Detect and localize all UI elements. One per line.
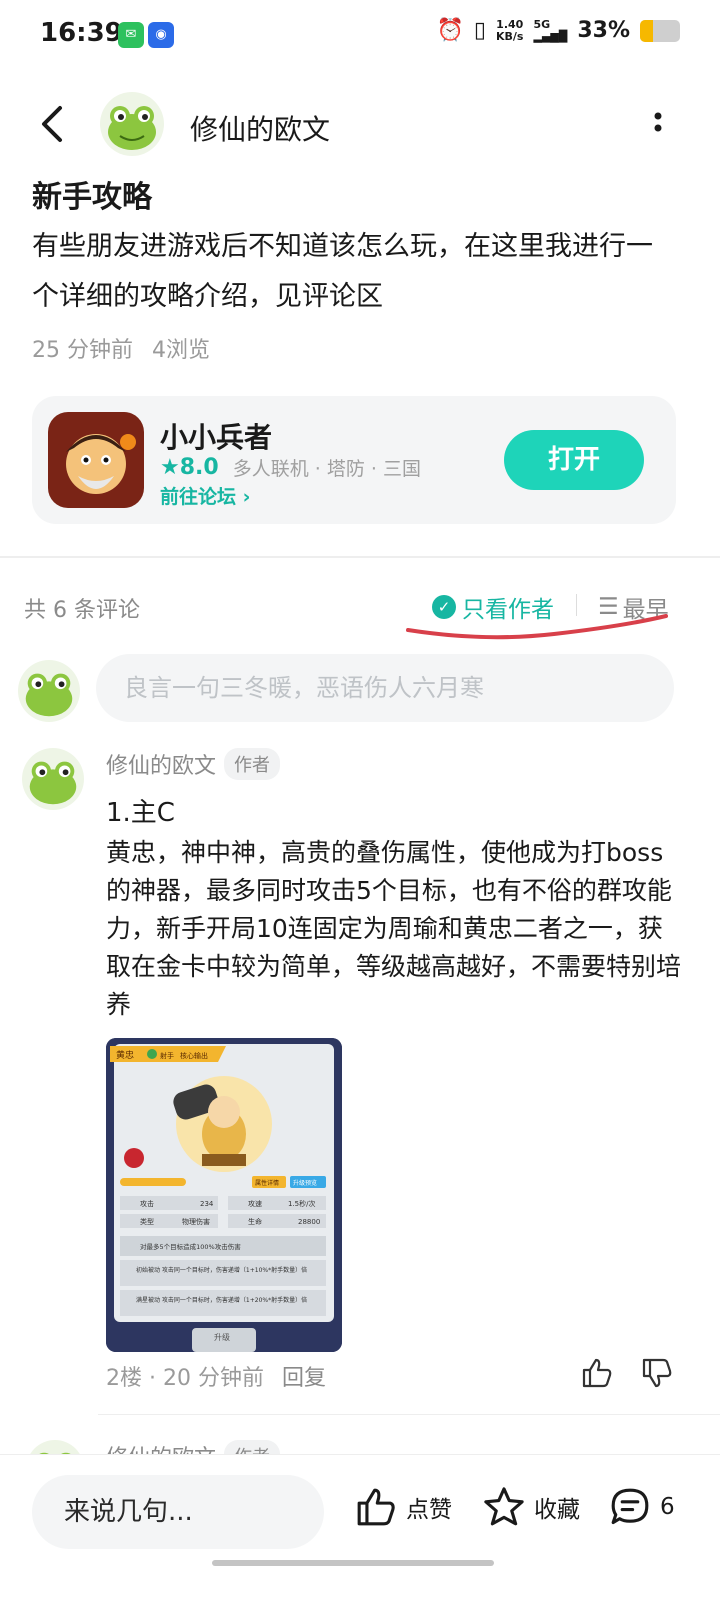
skill-passive-2: 满星被动 攻击同一个目标时，伤害递增（1+20%*射手数量）倍 (136, 1296, 307, 1304)
frog-avatar-icon (25, 673, 73, 717)
post-body: 有些朋友进游戏后不知道该怎么玩，在这里我进行一个详细的攻略介绍，见评论区 (32, 231, 653, 312)
next-comment-peek: 修仙的欧文 作者 (0, 1432, 720, 1454)
comment-bubble-icon (611, 1488, 649, 1525)
game-rating-value: 8.0 (179, 455, 219, 480)
game-rating-row: ★8.0 多人联机 · 塔防 · 三国 (160, 454, 421, 481)
comment-meta: 2楼 · 20 分钟前 回复 (106, 1360, 326, 1392)
signal-icon: 5G ▂▄▆█ (533, 17, 568, 43)
next-commenter-avatar (26, 1440, 84, 1454)
section-divider (0, 556, 720, 558)
star-outline-icon (484, 1487, 524, 1526)
stat-value: 28800 (298, 1218, 320, 1226)
game-tags: 多人联机 · 塔防 · 三国 (232, 458, 421, 480)
game-rating: ★8.0 (160, 455, 219, 480)
battery-fill (640, 19, 654, 42)
game-card[interactable]: 小小兵者 ★8.0 多人联机 · 塔防 · 三国 前往论坛 › 打开 (32, 396, 676, 524)
stat-value: 物理伤害 (182, 1217, 210, 1226)
post-header: 修仙的欧文 (0, 80, 720, 170)
next-author-row: 修仙的欧文 作者 (106, 1440, 281, 1454)
reply-button[interactable]: 回复 (282, 1360, 326, 1392)
post-meta: 25 分钟前 4浏览 (32, 332, 210, 364)
comment-body: 黄忠，神中神，高贵的叠伤属性，使他成为打boss的神器，最多同时攻击5个目标，也… (106, 838, 682, 1019)
vibrate-icon: ▯ (473, 18, 486, 43)
thumbs-down-icon[interactable] (640, 1356, 674, 1390)
thumbs-up-icon[interactable] (580, 1356, 614, 1390)
author-badge: 作者 (224, 748, 281, 780)
post-title: 新手攻略 (32, 180, 152, 215)
comment-divider (98, 1414, 720, 1415)
game-icon (48, 412, 144, 508)
game-warrior-icon (48, 412, 144, 508)
my-avatar (18, 660, 80, 722)
star-icon: ★ (160, 455, 180, 480)
stat-label: 类型 (140, 1217, 154, 1226)
home-indicator[interactable] (212, 1560, 494, 1566)
hero-role-tag: 射手 (160, 1051, 174, 1060)
status-right: ⏰ ▯ 1.40 KB/s 5G ▂▄▆█ 33% (436, 18, 680, 43)
battery-icon (640, 19, 680, 42)
comment-floor: 2楼 · 20 分钟前 (106, 1366, 264, 1391)
open-game-button[interactable]: 打开 (504, 430, 644, 490)
comment-author[interactable]: 修仙的欧文 (106, 748, 216, 780)
upgrade-preview-button: 升级预览 (293, 1179, 317, 1187)
post-views: 4浏览 (152, 338, 210, 363)
like-post-button[interactable]: 点赞 (354, 1485, 452, 1529)
forum-link-label: 前往论坛 (160, 486, 237, 508)
back-arrow-icon[interactable] (36, 104, 72, 144)
signal-label: 5G (533, 17, 551, 31)
stat-label: 攻速 (248, 1199, 262, 1208)
upgrade-button-label: 升级 (214, 1332, 230, 1342)
chevron-right-icon: › (242, 486, 251, 508)
red-annotation-stroke (406, 614, 668, 640)
comment-author-row: 修仙的欧文 作者 (106, 748, 281, 780)
frog-avatar-icon (29, 761, 77, 805)
frog-avatar-icon (108, 106, 156, 150)
comment-image[interactable]: 黄忠 射手 核心输出 属性详情 升级预览 攻击 234 攻速 1.5秒/次 类型… (106, 1038, 342, 1352)
like-label: 点赞 (406, 1497, 452, 1523)
next-author-badge: 作者 (224, 1440, 281, 1454)
forum-link[interactable]: 前往论坛 › (160, 482, 250, 509)
favorite-button[interactable]: 收藏 (482, 1485, 580, 1529)
stat-label: 生命 (248, 1217, 262, 1226)
author-name[interactable]: 修仙的欧文 (190, 108, 330, 148)
status-time: 16:39 (40, 18, 123, 48)
comment-input[interactable] (96, 654, 674, 722)
comment-count: 共 6 条评论 (24, 598, 140, 623)
speed-unit: KB/s (496, 29, 524, 43)
favorite-label: 收藏 (534, 1497, 580, 1523)
post-time: 25 分钟前 (32, 338, 133, 363)
bottom-action-bar: 来说几句... 点赞 收藏 6 (0, 1454, 720, 1600)
hero-role-desc: 核心输出 (180, 1051, 208, 1060)
stat-value: 1.5秒/次 (288, 1199, 316, 1208)
thumbs-up-icon (357, 1488, 395, 1526)
comments-button[interactable]: 6 (608, 1485, 675, 1529)
skill-main: 对最多5个目标造成100%攻击伤害 (140, 1242, 241, 1251)
next-comment-author: 修仙的欧文 (106, 1440, 216, 1454)
wechat-notification-icon: ✉ (118, 22, 144, 48)
hero-card-screenshot: 黄忠 射手 核心输出 属性详情 升级预览 攻击 234 攻速 1.5秒/次 类型… (106, 1038, 342, 1352)
comment-time: 20 分钟前 (162, 1366, 264, 1391)
stat-label: 攻击 (140, 1199, 154, 1208)
network-speed: 1.40 KB/s (496, 18, 524, 43)
quick-comment-input[interactable]: 来说几句... (32, 1475, 324, 1549)
status-bar: 16:39 ✉ ◉ ⏰ ▯ 1.40 KB/s 5G ▂▄▆█ 33% (0, 0, 720, 70)
hotspot-notification-icon: ◉ (148, 22, 174, 48)
skill-passive-1: 初始被动 攻击同一个目标时，伤害递增（1+10%*射手数量）倍 (136, 1266, 307, 1274)
hero-name: 黄忠 (116, 1049, 134, 1061)
author-avatar[interactable] (100, 92, 164, 156)
more-options-icon[interactable] (648, 106, 668, 146)
commenter-avatar[interactable] (22, 748, 84, 810)
attr-detail-button: 属性详情 (255, 1179, 279, 1187)
comment-count-label: 6 (660, 1494, 675, 1520)
frog-avatar-icon (39, 1452, 71, 1454)
floor-label: 2楼 (106, 1366, 142, 1391)
battery-text: 33% (577, 18, 630, 43)
comment-heading: 1.主C (106, 798, 175, 828)
game-name: 小小兵者 (160, 421, 273, 454)
alarm-icon: ⏰ (436, 18, 464, 43)
stat-value: 234 (200, 1200, 214, 1208)
